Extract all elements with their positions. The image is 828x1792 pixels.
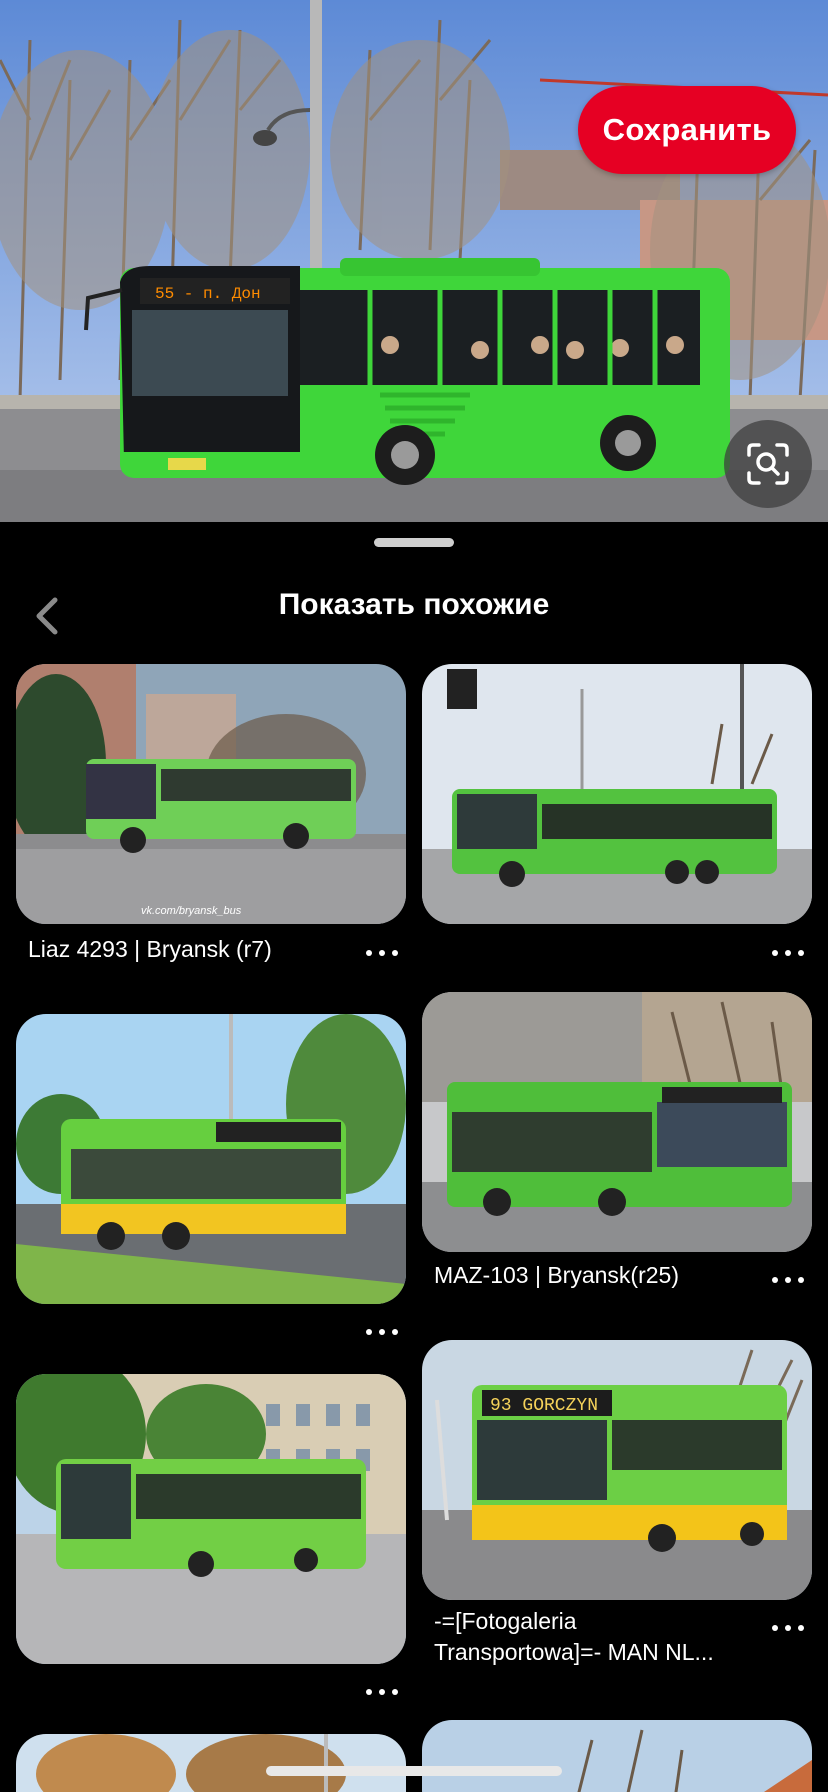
svg-text:55 - п. Дон: 55 - п. Дон [155, 285, 261, 303]
pin-card[interactable] [16, 1734, 406, 1792]
pin-caption: Liaz 4293 | Bryansk (r7) [28, 936, 272, 962]
more-options-icon[interactable] [768, 1268, 808, 1292]
pin-caption: MAZ-103 | Bryansk(r25) [434, 1262, 679, 1288]
pin-card[interactable] [16, 1374, 406, 1704]
sheet-title: Показать похожие [278, 588, 550, 621]
pin-hero-image[interactable]: 55 - п. Дон Сохранить [0, 0, 828, 522]
more-options-icon[interactable] [768, 1616, 808, 1640]
pin-card[interactable] [422, 664, 812, 964]
pin-image[interactable]: 93 GORCZYN [422, 1340, 812, 1600]
more-options-icon[interactable] [362, 1320, 402, 1344]
pin-closeup-screen: 55 - п. Дон Сохранить Показать похожие v… [0, 0, 828, 1792]
visual-search-icon [747, 443, 789, 485]
pin-card[interactable] [16, 1014, 406, 1344]
save-button[interactable]: Сохранить [578, 86, 796, 174]
more-options-icon[interactable] [362, 941, 402, 965]
pin-caption: -=[Fotogaleria Transportowa]=- MAN NL... [434, 1608, 714, 1665]
pin-watermark: vk.com/bryansk_bus [141, 905, 242, 917]
more-options-icon[interactable] [768, 941, 808, 965]
pin-card[interactable]: 93 GORCZYN -=[Fotogaleria Transportowa]=… [422, 1340, 812, 1680]
home-indicator[interactable] [266, 1766, 562, 1776]
pin-image[interactable] [16, 1014, 406, 1304]
pin-image[interactable] [16, 1374, 406, 1664]
pin-image[interactable] [16, 1734, 406, 1792]
visual-search-button[interactable] [724, 420, 812, 508]
pin-image[interactable]: vk.com/bryansk_bus [16, 664, 406, 924]
pin-card[interactable] [422, 1720, 812, 1792]
pin-card[interactable]: MAZ-103 | Bryansk(r25) [422, 992, 812, 1302]
pin-image[interactable] [422, 664, 812, 924]
bus-destination-sign: 93 GORCZYN [490, 1396, 598, 1416]
pin-image[interactable] [422, 992, 812, 1252]
sheet-grabber[interactable] [374, 538, 454, 547]
pin-image[interactable] [422, 1720, 812, 1792]
pin-card[interactable]: vk.com/bryansk_bus Liaz 4293 | Bryansk (… [16, 664, 406, 964]
more-options-icon[interactable] [362, 1680, 402, 1704]
